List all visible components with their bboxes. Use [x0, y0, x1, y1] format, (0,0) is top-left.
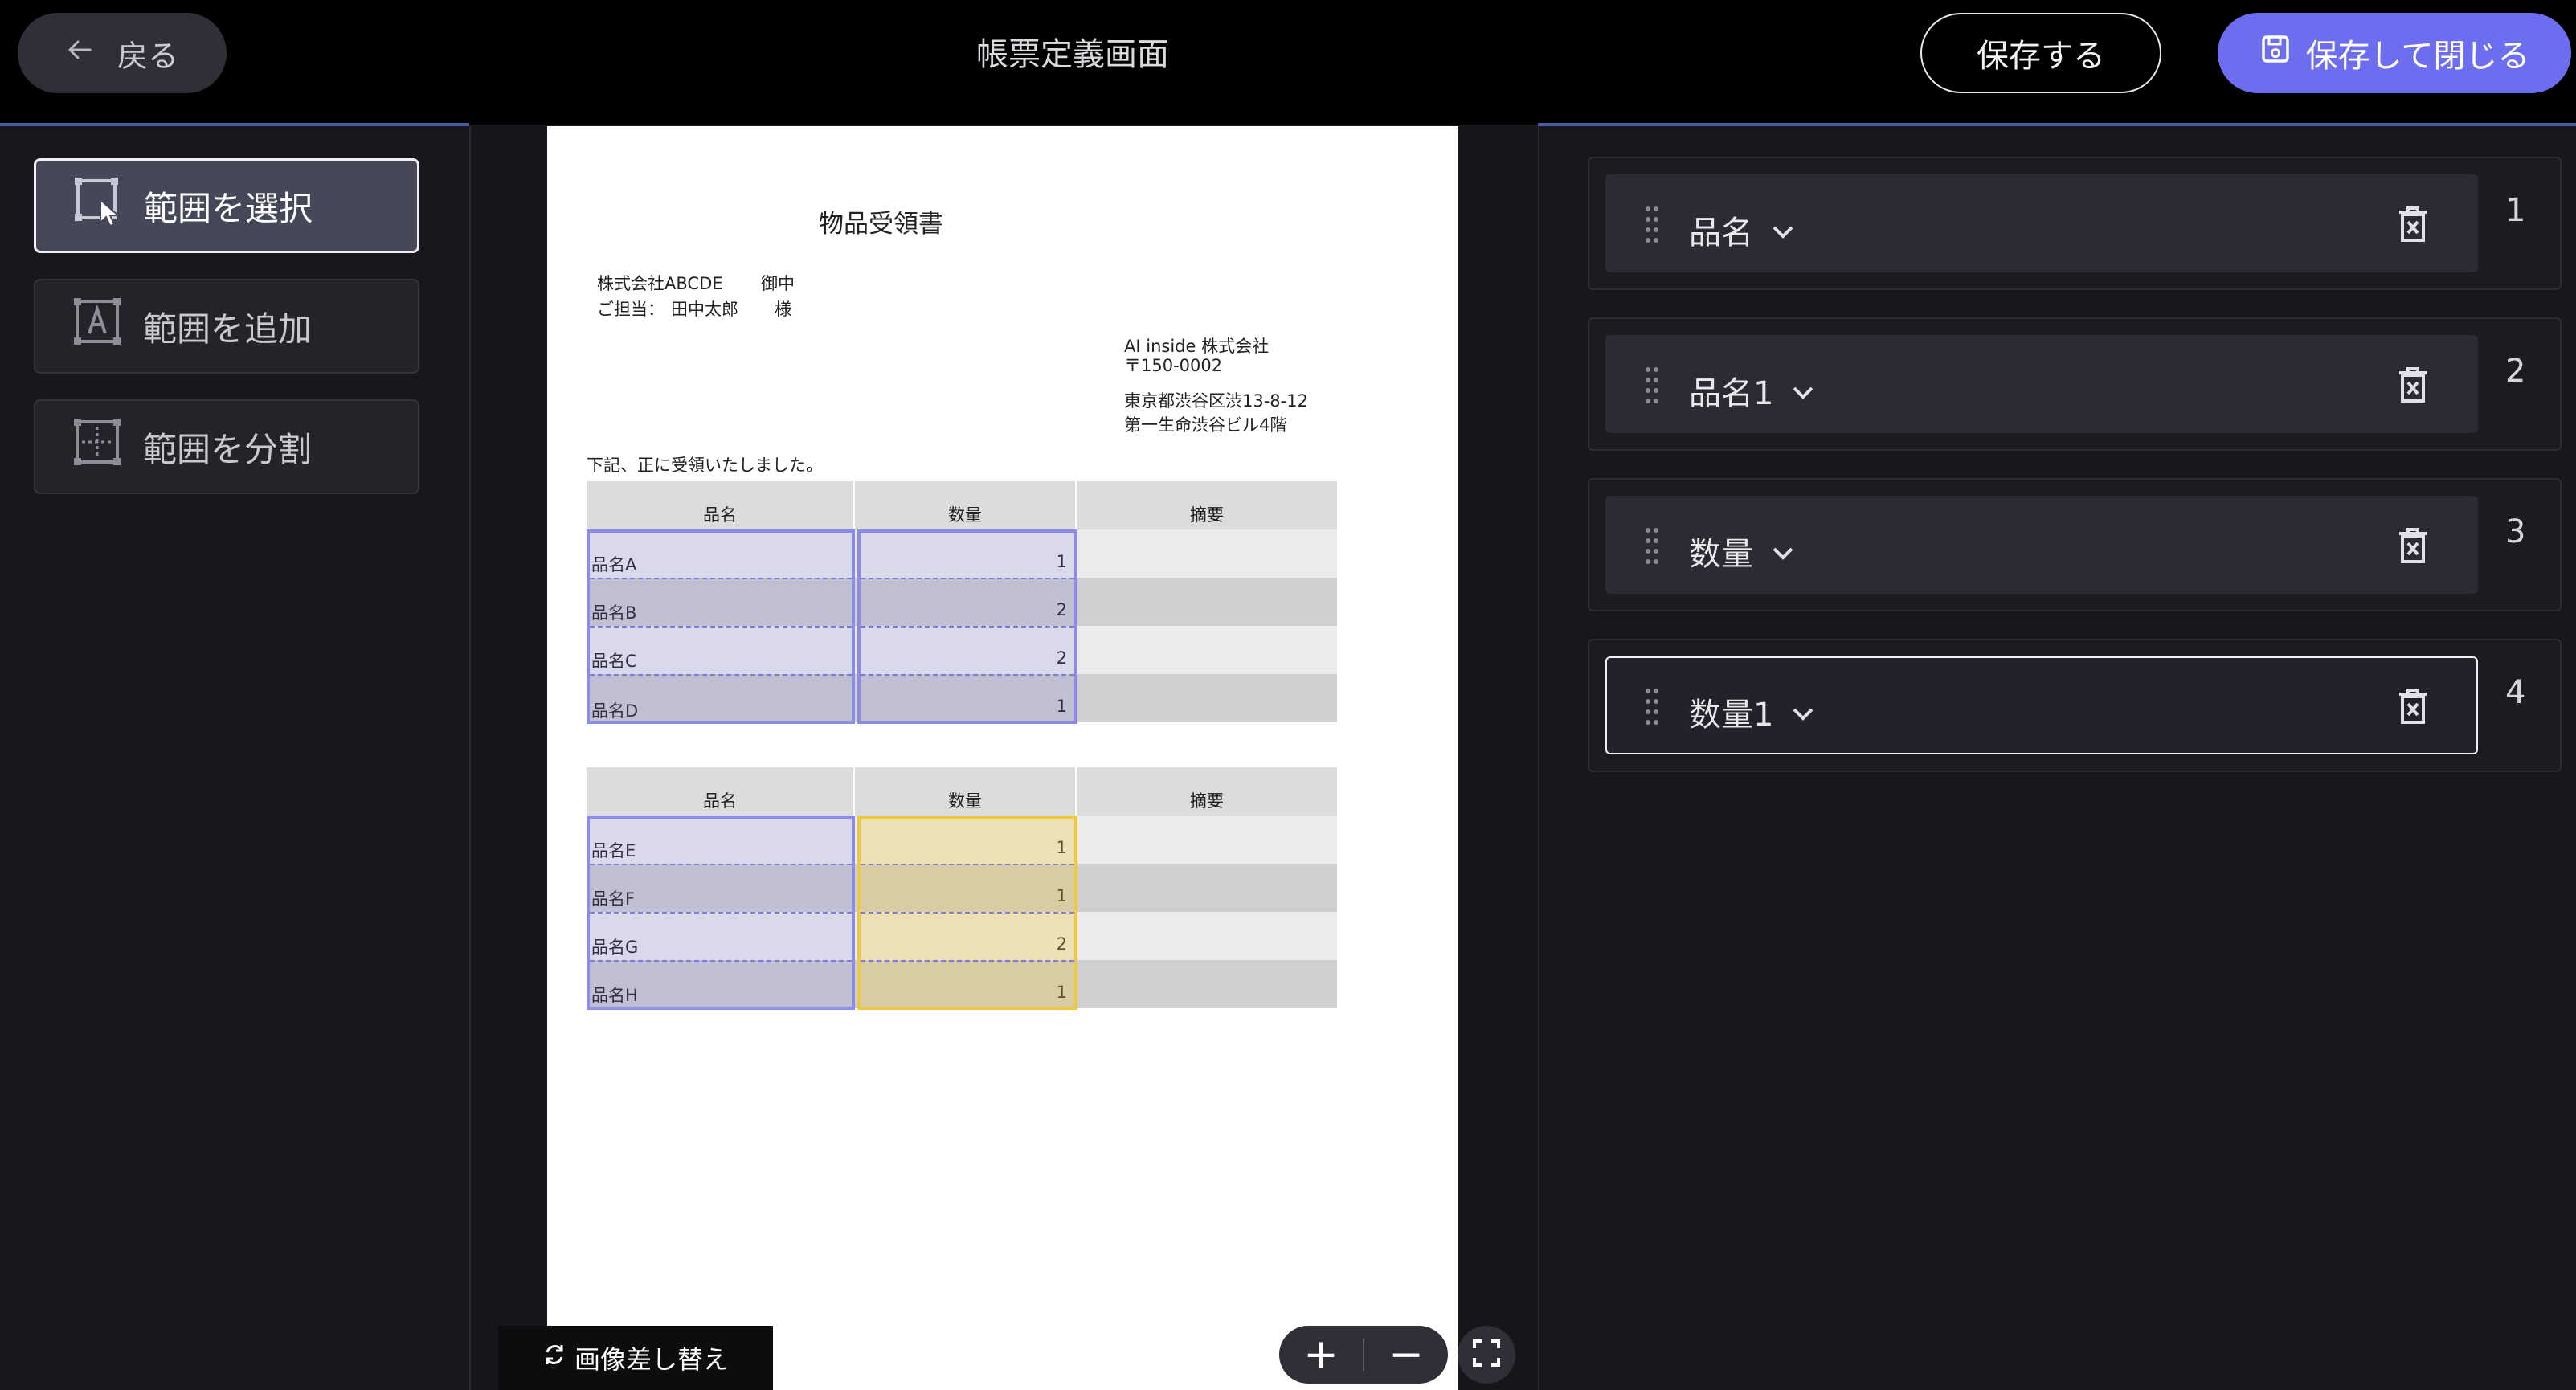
drag-handle-icon[interactable] [1644, 526, 1660, 570]
zoom-controls: + − [1279, 1326, 1448, 1384]
fullscreen-icon [1470, 1337, 1503, 1372]
remarks-cell [1077, 864, 1339, 912]
remarks-cell [1077, 674, 1339, 722]
add-range-label: 範囲を追加 [143, 309, 313, 349]
document-title: 物品受領書 [819, 210, 943, 239]
fit-screen-button[interactable] [1458, 1326, 1515, 1384]
contact-honorific: 様 [775, 300, 791, 319]
select-range-label: 範囲を選択 [144, 188, 313, 228]
intro-text: 下記、正に受領いたしました。 [587, 456, 823, 475]
back-label: 戻る [117, 38, 178, 74]
back-button[interactable]: 戻る [18, 13, 227, 93]
field-card: 数量1 [1605, 656, 2478, 754]
select-range-icon [73, 176, 125, 235]
sender-address-line2: 第一生命渋谷ビル4階 [1124, 415, 1287, 435]
field-name: 数量1 [1689, 697, 1774, 734]
drag-handle-icon[interactable] [1644, 366, 1660, 409]
refresh-icon [542, 1343, 566, 1373]
sender-postal: 〒150-0002 [1124, 356, 1223, 375]
replace-image-button[interactable]: 画像差し替え [498, 1326, 773, 1390]
zoom-out-button[interactable]: − [1364, 1326, 1448, 1384]
contact-label: ご担当： [597, 300, 664, 319]
save-and-close-label: 保存して閉じる [2305, 38, 2530, 75]
contact-name: 田中太郎 [671, 300, 738, 319]
field-index: 3 [2505, 513, 2526, 550]
document-page[interactable]: 物品受領書 株式会社ABCDE 御中 ご担当： 田中太郎 様 AI inside… [547, 126, 1458, 1390]
select-range-tool[interactable]: 範囲を選択 [34, 158, 419, 253]
header-bar: 戻る 帳票定義画面 保存する 保存して閉じる [0, 0, 2576, 125]
field-name: 品名 [1689, 215, 1753, 251]
header-cell: 数量 [855, 767, 1077, 816]
selection-region-item-name-1[interactable] [587, 529, 855, 724]
floppy-disk-icon [2259, 33, 2292, 73]
table-header: 品名 数量 摘要 [587, 767, 1339, 816]
field-item[interactable]: 数量 3 [1588, 478, 2562, 611]
field-name-dropdown[interactable]: 品名 [1689, 206, 1795, 253]
field-index: 4 [2505, 674, 2526, 711]
field-list-panel: 品名 1 品名1 2 数量 3 数量1 4 [1538, 126, 2576, 1390]
save-button[interactable]: 保存する [1920, 13, 2161, 93]
field-card: 品名 [1605, 174, 2478, 272]
split-range-tool[interactable]: 範囲を分割 [34, 399, 419, 494]
field-name: 数量 [1689, 536, 1753, 573]
add-range-tool[interactable]: 範囲を追加 [34, 279, 419, 374]
remarks-cell [1077, 626, 1339, 674]
split-range-icon [72, 417, 124, 476]
recipient-honorific: 御中 [761, 274, 795, 293]
selection-region-item-name-2[interactable] [587, 816, 855, 1010]
split-range-label: 範囲を分割 [143, 429, 313, 469]
header-cell: 品名 [587, 481, 855, 529]
tool-panel: 範囲を選択 範囲を追加 範囲を分割 [0, 126, 471, 1390]
trash-icon[interactable] [2396, 205, 2430, 247]
field-name-dropdown[interactable]: 品名1 [1689, 367, 1815, 414]
remarks-cell [1077, 960, 1339, 1008]
chevron-down-icon [1791, 693, 1815, 730]
add-range-icon [72, 296, 124, 356]
drag-handle-icon[interactable] [1644, 687, 1660, 730]
field-index: 1 [2505, 192, 2526, 229]
zoom-in-button[interactable]: + [1279, 1326, 1363, 1384]
field-item[interactable]: 品名 1 [1588, 157, 2562, 290]
field-name-dropdown[interactable]: 数量1 [1689, 689, 1815, 735]
remarks-cell [1077, 578, 1339, 626]
replace-image-label: 画像差し替え [574, 1344, 729, 1375]
sender-address-line1: 東京都渋谷区渋13-8-12 [1124, 391, 1308, 411]
header-cell: 数量 [855, 481, 1077, 529]
trash-icon[interactable] [2396, 687, 2430, 729]
selection-region-quantity-2[interactable] [857, 816, 1077, 1010]
selection-region-quantity-1[interactable] [857, 529, 1077, 724]
trash-icon[interactable] [2396, 366, 2430, 407]
arrow-left-icon [66, 35, 93, 71]
drag-handle-icon[interactable] [1644, 205, 1660, 248]
remarks-cell [1077, 816, 1339, 864]
field-index: 2 [2505, 353, 2526, 390]
chevron-down-icon [1791, 372, 1815, 409]
field-item[interactable]: 品名1 2 [1588, 317, 2562, 451]
header-cell: 摘要 [1077, 481, 1339, 529]
page-title: 帳票定義画面 [976, 36, 1169, 73]
trash-icon[interactable] [2396, 526, 2430, 568]
chevron-down-icon [1771, 211, 1795, 248]
remarks-cell [1077, 529, 1339, 578]
field-card: 品名1 [1605, 335, 2478, 433]
save-and-close-button[interactable]: 保存して閉じる [2218, 13, 2571, 93]
field-item-selected[interactable]: 数量1 4 [1588, 639, 2562, 772]
field-card: 数量 [1605, 496, 2478, 594]
field-name-dropdown[interactable]: 数量 [1689, 528, 1795, 574]
table-header: 品名 数量 摘要 [587, 481, 1339, 529]
header-cell: 摘要 [1077, 767, 1339, 816]
recipient-company: 株式会社ABCDE [597, 274, 723, 293]
remarks-cell [1077, 912, 1339, 960]
chevron-down-icon [1771, 533, 1795, 570]
header-cell: 品名 [587, 767, 855, 816]
field-name: 品名1 [1689, 375, 1774, 412]
